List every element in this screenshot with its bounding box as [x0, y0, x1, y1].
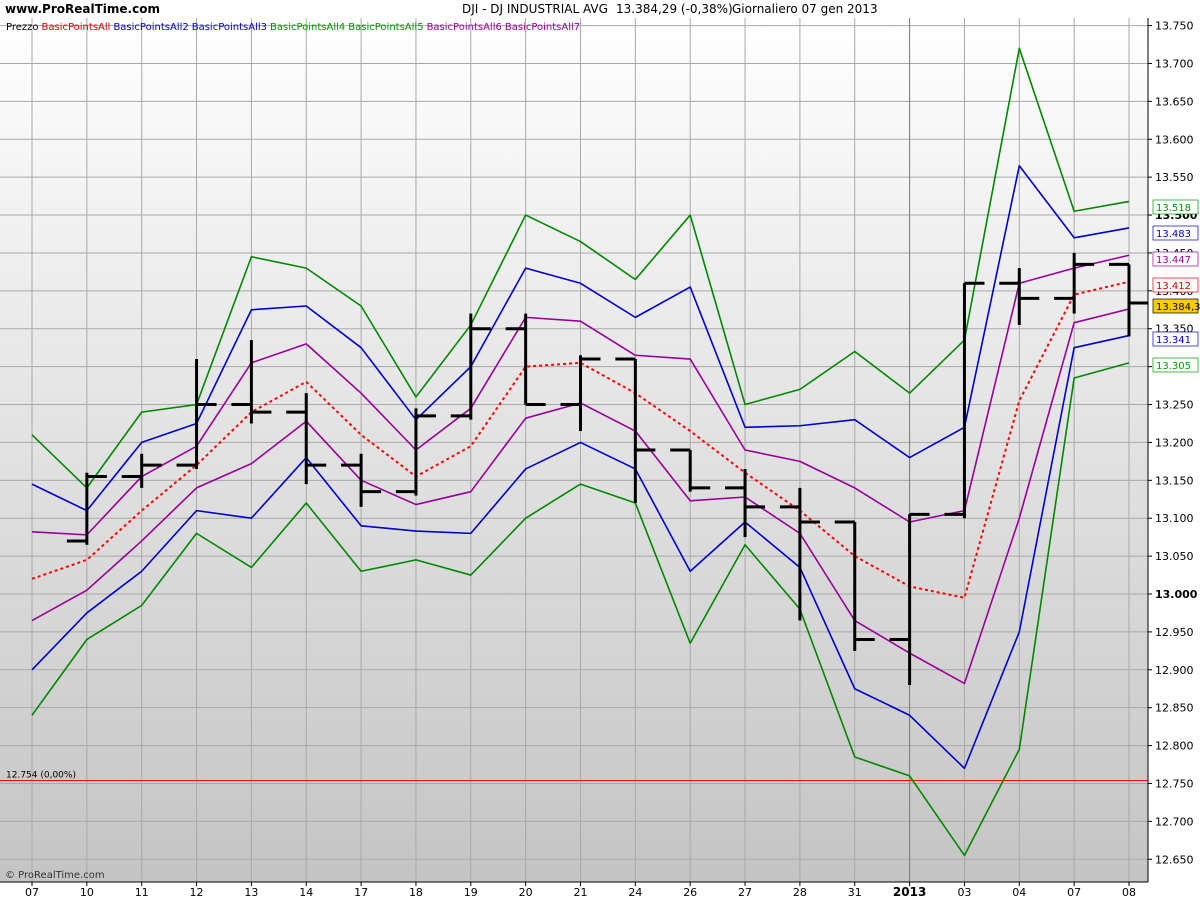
x-tick-label: 14 — [299, 886, 313, 899]
x-tick-label: 18 — [409, 886, 423, 899]
x-tick-label: 19 — [464, 886, 478, 899]
x-tick-label: 12 — [190, 886, 204, 899]
y-tick-label: 13.100 — [1155, 512, 1194, 525]
price-change: 13.384,29 (-0,38%) — [616, 2, 733, 16]
x-tick-label: 07 — [25, 886, 39, 899]
last-value-label: 13.384,3 — [1156, 302, 1200, 313]
legend-item: BasicPointsAll4 — [270, 22, 345, 33]
last-value-label: 13.447 — [1156, 255, 1191, 266]
y-tick-label: 12.850 — [1155, 702, 1194, 715]
reference-line-label: 12.754 (0,00%) — [6, 770, 76, 780]
legend-item: BasicPointsAll — [42, 22, 111, 33]
x-tick-label: 31 — [848, 886, 862, 899]
y-tick-label: 13.150 — [1155, 474, 1194, 487]
x-tick-label: 08 — [1122, 886, 1136, 899]
last-value-labels: 13.518 13.483 13.447 13.412 13.384,3 13.341 13… — [1152, 199, 1200, 373]
y-tick-label: 12.750 — [1155, 777, 1194, 790]
x-tick-label: 04 — [1012, 886, 1026, 899]
x-tick-label: 2013 — [893, 885, 926, 899]
x-tick-label: 11 — [135, 886, 149, 899]
x-tick-label: 17 — [354, 886, 368, 899]
y-tick-label: 13.650 — [1155, 95, 1194, 108]
period-date: Giornaliero 07 gen 2013 — [732, 2, 878, 16]
x-tick-label: 24 — [628, 886, 642, 899]
last-value-label: 13.341 — [1156, 335, 1191, 346]
y-tick-label: 13.600 — [1155, 133, 1194, 146]
legend-item: Prezzo — [6, 22, 39, 33]
last-value-label: 13.518 — [1156, 203, 1191, 214]
x-tick-label: 20 — [519, 886, 533, 899]
y-tick-label: 13.200 — [1155, 436, 1194, 449]
last-value-label: 13.483 — [1156, 229, 1191, 240]
legend-item: BasicPointsAll2 — [113, 22, 188, 33]
site-name[interactable]: www.ProRealTime.com — [5, 2, 160, 16]
last-value-label: 13.412 — [1156, 281, 1191, 292]
y-tick-label: 13.250 — [1155, 399, 1194, 412]
last-value-label: 13.305 — [1156, 361, 1191, 372]
y-tick-label: 12.800 — [1155, 740, 1194, 753]
y-tick-label: 12.650 — [1155, 853, 1194, 866]
legend: Prezzo BasicPointsAll BasicPointsAll2 Basic… — [6, 22, 580, 33]
y-tick-label: 13.000 — [1155, 588, 1198, 601]
x-tick-label: 03 — [957, 886, 971, 899]
x-tick-label: 10 — [80, 886, 94, 899]
legend-item: BasicPointsAll5 — [348, 22, 423, 33]
plot-area — [0, 18, 1148, 882]
x-tick-label: 27 — [738, 886, 752, 899]
instrument-name: DJI - DJ INDUSTRIAL AVG — [462, 2, 608, 16]
legend-item: BasicPointsAll3 — [192, 22, 267, 33]
x-tick-label: 13 — [244, 886, 258, 899]
price-chart[interactable]: www.ProRealTime.com DJI - DJ INDUSTRIAL … — [0, 0, 1200, 900]
x-tick-label: 07 — [1067, 886, 1081, 899]
legend-item: BasicPointsAll7 — [505, 22, 580, 33]
y-tick-label: 13.750 — [1155, 20, 1194, 33]
x-tick-label: 28 — [793, 886, 807, 899]
y-tick-label: 12.900 — [1155, 664, 1194, 677]
y-tick-label: 13.050 — [1155, 550, 1194, 563]
y-tick-label: 12.700 — [1155, 815, 1194, 828]
y-tick-label: 12.950 — [1155, 626, 1194, 639]
x-tick-label: 21 — [574, 886, 588, 899]
x-tick-label: 26 — [683, 886, 697, 899]
y-tick-label: 13.550 — [1155, 171, 1194, 184]
y-tick-label: 13.700 — [1155, 57, 1194, 70]
watermark: © ProRealTime.com — [5, 870, 105, 881]
legend-item: BasicPointsAll6 — [427, 22, 502, 33]
